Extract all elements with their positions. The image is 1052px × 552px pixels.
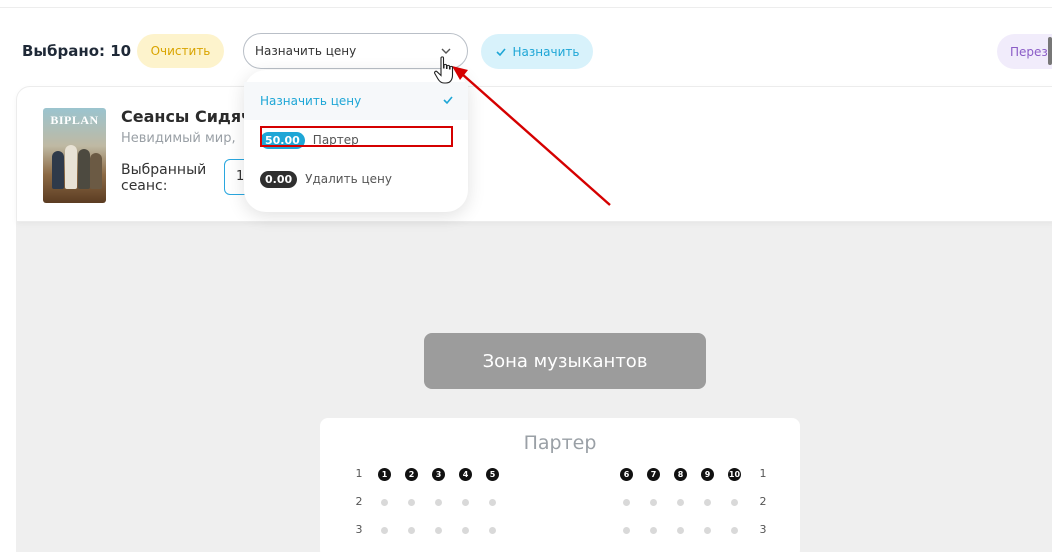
seat[interactable] [650, 527, 657, 534]
seat[interactable] [704, 499, 711, 506]
price-select[interactable]: Назначить цену [243, 33, 468, 69]
poster-figure [65, 145, 77, 189]
seat[interactable] [381, 499, 388, 506]
selected-count: Выбрано: 10 [22, 42, 132, 60]
seat[interactable] [435, 527, 442, 534]
check-icon [443, 96, 453, 105]
seat[interactable] [489, 527, 496, 534]
stage-zone: Зона музыкантов [424, 333, 706, 389]
seat-selected[interactable]: 9 [701, 468, 714, 481]
reassign-button[interactable]: Переза [997, 34, 1052, 69]
seat[interactable] [731, 527, 738, 534]
dropdown-item-remove-price[interactable]: 0.00 Удалить цену [244, 160, 468, 198]
poster-figure [78, 149, 90, 189]
seat-selected[interactable]: 7 [647, 468, 660, 481]
seat[interactable] [623, 527, 630, 534]
dropdown-item-label: Назначить цену [260, 94, 362, 108]
poster-title: BIPLAN [50, 113, 99, 127]
seat[interactable] [435, 499, 442, 506]
seat[interactable] [677, 527, 684, 534]
price-select-value: Назначить цену [255, 44, 357, 58]
chevron-down-icon [441, 48, 451, 54]
seat-selected[interactable]: 10 [728, 468, 741, 481]
zone-title: Партер [523, 432, 597, 454]
seat-selected[interactable]: 8 [674, 468, 687, 481]
row-number: 1 [355, 467, 363, 480]
poster-figure [90, 153, 102, 189]
row-number: 3 [759, 523, 767, 536]
seat-selected[interactable]: 2 [405, 468, 418, 481]
seat[interactable] [462, 527, 469, 534]
seat-selected[interactable]: 3 [432, 468, 445, 481]
row-number: 3 [355, 523, 363, 536]
seat-selected[interactable]: 5 [486, 468, 499, 481]
seat[interactable] [623, 499, 630, 506]
dropdown-item-assign-price[interactable]: Назначить цену [244, 82, 468, 120]
seat[interactable] [462, 499, 469, 506]
seat-selected[interactable]: 1 [378, 468, 391, 481]
seat[interactable] [677, 499, 684, 506]
seat[interactable] [408, 527, 415, 534]
seat[interactable] [704, 527, 711, 534]
row-number: 1 [759, 467, 767, 480]
assign-button[interactable]: Назначить [481, 34, 593, 69]
row-number: 2 [355, 495, 363, 508]
seat[interactable] [408, 499, 415, 506]
show-title: Сеансы Сидяч [121, 107, 253, 126]
seat[interactable] [381, 527, 388, 534]
price-badge: 0.00 [260, 170, 298, 188]
seat-selected[interactable]: 6 [620, 468, 633, 481]
check-icon [495, 47, 506, 56]
show-card: BIPLAN Сеансы Сидяч Невидимый мир, Выбра… [16, 86, 1052, 222]
scrollbar[interactable] [1048, 37, 1052, 65]
dropdown-item-label: Удалить цену [305, 172, 392, 186]
seat-selected[interactable]: 4 [459, 468, 472, 481]
assign-label: Назначить [512, 44, 580, 59]
seat[interactable] [489, 499, 496, 506]
row-number: 2 [759, 495, 767, 508]
poster-figure [52, 151, 64, 189]
clear-button[interactable]: Очистить [137, 34, 224, 68]
seat[interactable] [731, 499, 738, 506]
show-subtitle: Невидимый мир, [121, 131, 236, 146]
seat[interactable] [650, 499, 657, 506]
top-divider [0, 7, 1052, 8]
seating-panel: Партер 1 1 1 2 3 4 5 6 7 8 9 10 2 2 3 3 [320, 418, 800, 552]
annotation-highlight-box [260, 126, 453, 147]
session-label: Выбранный сеанс: [121, 162, 207, 194]
show-poster: BIPLAN [43, 108, 106, 203]
